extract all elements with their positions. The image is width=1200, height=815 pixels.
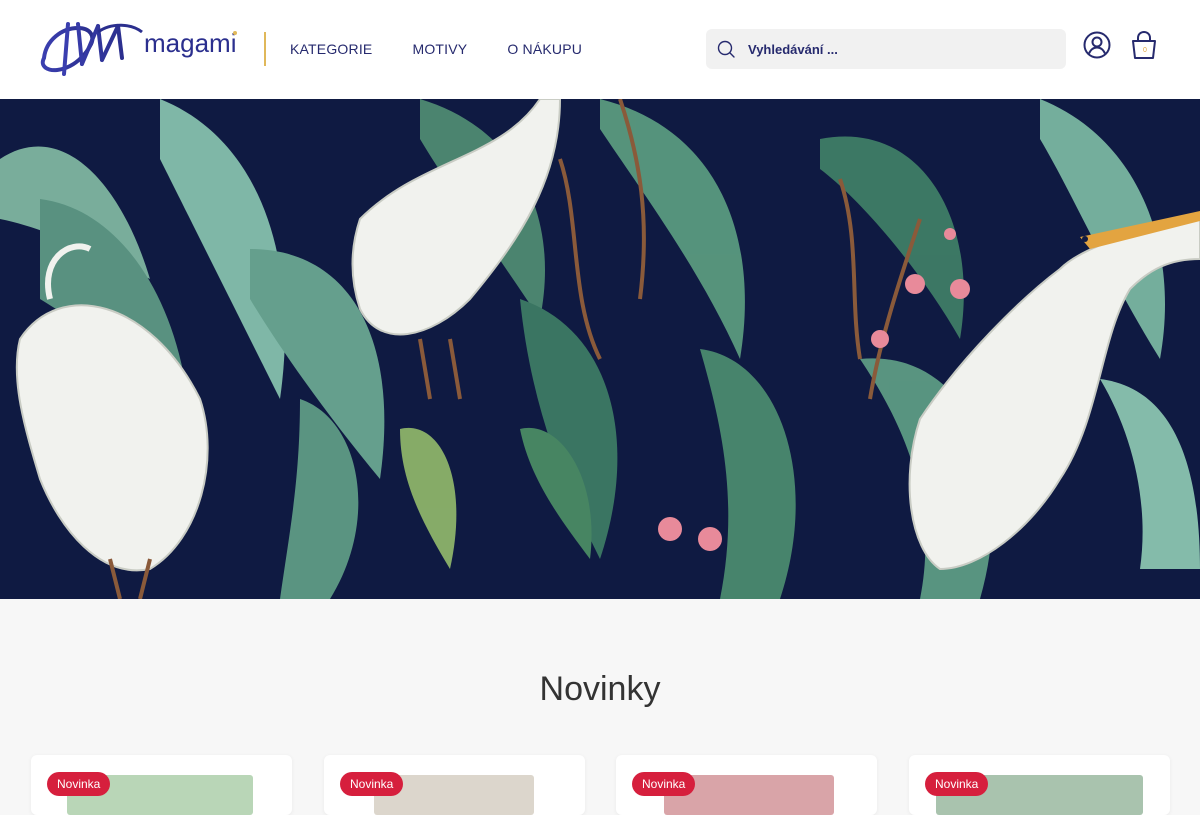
magami-logo[interactable]: magami [38,18,243,80]
nav-item-o-nakupu[interactable]: O NÁKUPU [507,41,582,57]
novinka-badge: Novinka [632,772,696,796]
account-icon[interactable] [1083,31,1111,59]
novinka-badge: Novinka [925,772,989,796]
nav-item-motivy[interactable]: MOTIVY [412,41,467,57]
herons-pattern-image [0,99,1200,599]
cart-icon[interactable] [1130,30,1158,60]
nav-item-kategorie[interactable]: KATEGORIE [290,41,372,57]
novinky-title: Novinky [539,670,661,708]
product-card[interactable]: Novinka [31,755,292,815]
svg-text:magami: magami [144,28,236,58]
product-card[interactable]: Novinka [324,755,585,815]
search-bar [706,29,1066,69]
novinka-badge: Novinka [340,772,404,796]
novinky-product-list: Novinka Novinka Novinka Novinka [31,755,1171,815]
cart-count: 0 [1143,47,1147,54]
novinka-badge: Novinka [47,772,111,796]
main-nav: KATEGORIE MOTIVY O NÁKUPU [290,38,582,60]
product-card[interactable]: Novinka [616,755,877,815]
search-input[interactable] [746,29,1056,69]
hero-banner[interactable] [0,99,1200,599]
logo-divider [264,32,266,66]
search-icon[interactable] [717,40,735,58]
site-header: magami KATEGORIE MOTIVY O NÁKUPU 0 [0,0,1200,99]
product-card[interactable]: Novinka [909,755,1170,815]
